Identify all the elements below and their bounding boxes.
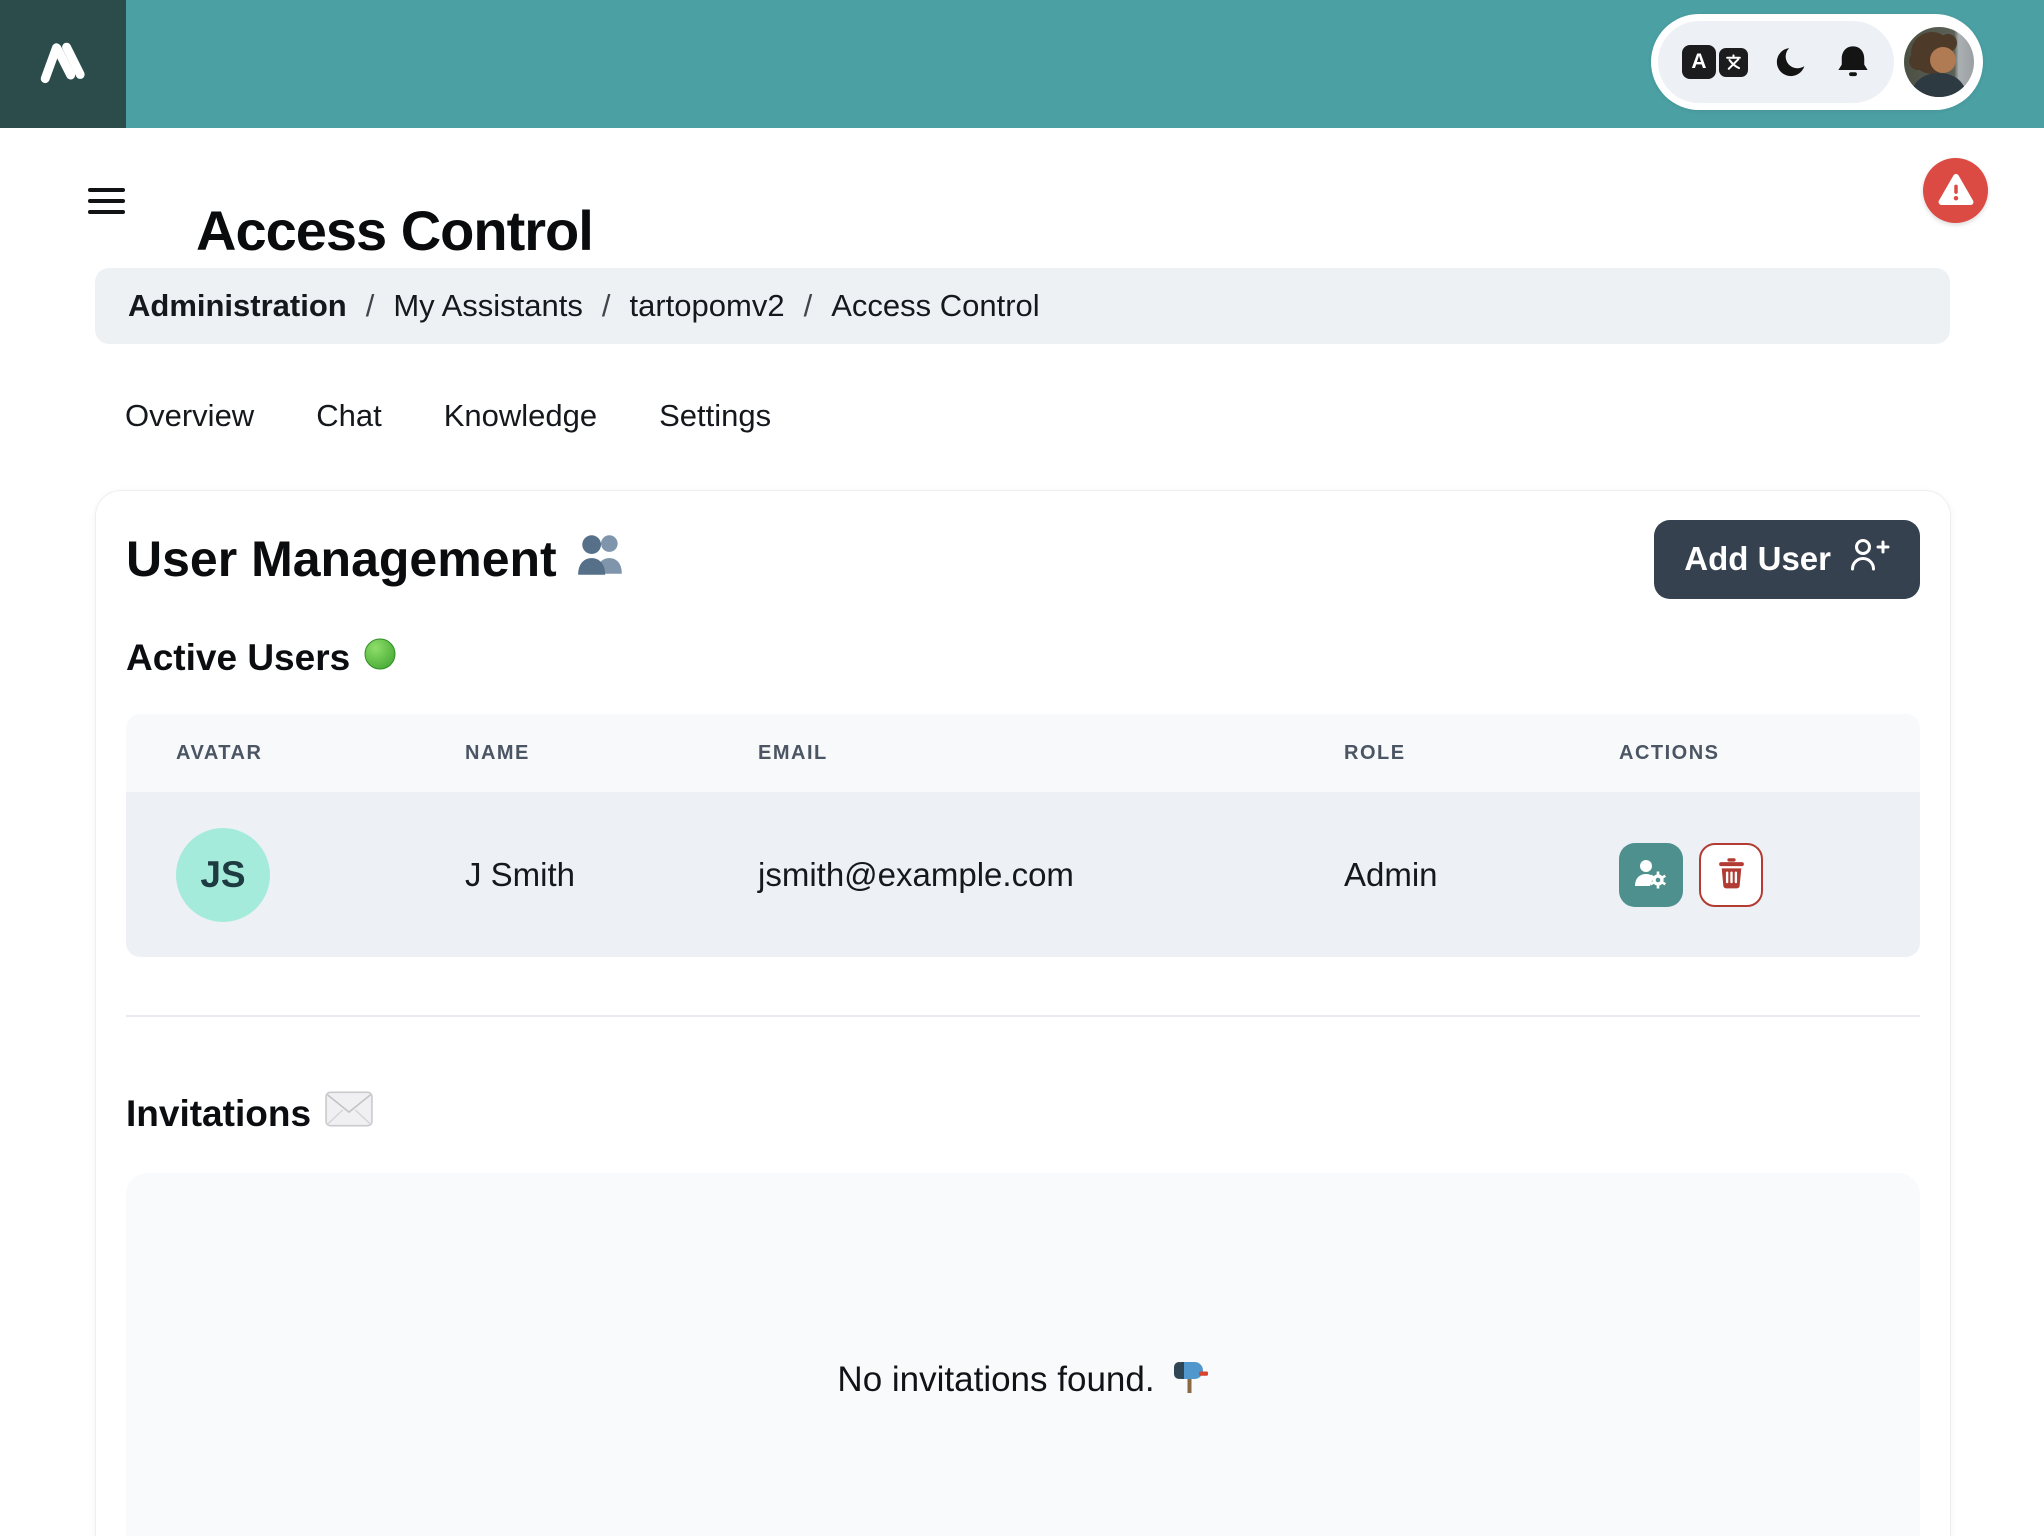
column-name: NAME bbox=[465, 741, 530, 764]
column-actions: ACTIONS bbox=[1619, 741, 1720, 764]
tab-overview[interactable]: Overview bbox=[125, 398, 254, 434]
user-management-card: User Management Add User Active Users AV… bbox=[95, 490, 1951, 1536]
translate-button[interactable]: A bbox=[1682, 45, 1748, 79]
invitations-empty-state: No invitations found. bbox=[126, 1173, 1920, 1536]
avatar-initials: JS bbox=[200, 853, 246, 895]
column-avatar: AVATAR bbox=[176, 741, 263, 764]
access-control-page: A Access Control Administration / My Ass… bbox=[0, 0, 2044, 1536]
breadcrumb-administration[interactable]: Administration bbox=[128, 288, 347, 324]
app-logo[interactable] bbox=[0, 0, 126, 128]
empty-state-message: No invitations found. bbox=[837, 1355, 1208, 1404]
column-role: ROLE bbox=[1344, 741, 1406, 764]
cell-email: jsmith@example.com bbox=[758, 855, 1074, 893]
menu-button[interactable] bbox=[88, 188, 125, 214]
breadcrumb: Administration / My Assistants / tartopo… bbox=[95, 268, 1950, 344]
tab-knowledge[interactable]: Knowledge bbox=[444, 398, 597, 434]
translate-icon: A bbox=[1682, 45, 1748, 79]
tab-settings[interactable]: Settings bbox=[659, 398, 771, 434]
section-divider bbox=[126, 1015, 1920, 1017]
tab-chat[interactable]: Chat bbox=[316, 398, 381, 434]
app-logo-icon bbox=[24, 24, 102, 105]
user-management-title-text: User Management bbox=[126, 531, 557, 587]
hamburger-icon bbox=[88, 188, 125, 192]
bell-icon bbox=[1836, 43, 1870, 82]
cell-role: Admin bbox=[1344, 855, 1438, 893]
page-title: Access Control bbox=[196, 198, 594, 262]
user-management-title: User Management bbox=[126, 530, 627, 588]
add-user-label: Add User bbox=[1684, 540, 1831, 577]
row-avatar: JS bbox=[176, 827, 270, 922]
breadcrumb-separator: / bbox=[601, 288, 611, 323]
column-email: EMAIL bbox=[758, 741, 828, 764]
closed-mailbox-emoji bbox=[1169, 1355, 1209, 1404]
trash-icon bbox=[1716, 856, 1747, 893]
row-actions bbox=[1619, 842, 1920, 907]
translate-letter: A bbox=[1682, 45, 1716, 79]
translate-cjk-glyph bbox=[1719, 47, 1748, 77]
table-row: JS J Smith jsmith@example.com Admin bbox=[126, 792, 1920, 957]
delete-user-button[interactable] bbox=[1699, 842, 1763, 907]
breadcrumb-separator: / bbox=[365, 288, 375, 323]
breadcrumb-assistant[interactable]: tartopomv2 bbox=[629, 288, 784, 324]
active-users-title: Active Users bbox=[126, 637, 1920, 679]
breadcrumb-access-control[interactable]: Access Control bbox=[831, 288, 1039, 324]
envelope-emoji bbox=[325, 1091, 373, 1136]
dark-mode-button[interactable] bbox=[1774, 43, 1810, 82]
cell-name: J Smith bbox=[465, 855, 576, 893]
tab-bar: Overview Chat Knowledge Settings bbox=[125, 398, 771, 434]
busts-in-silhouette-emoji bbox=[575, 530, 627, 588]
manage-user-button[interactable] bbox=[1619, 842, 1683, 907]
breadcrumb-my-assistants[interactable]: My Assistants bbox=[393, 288, 583, 324]
moon-icon bbox=[1774, 43, 1810, 82]
add-user-button[interactable]: Add User bbox=[1654, 519, 1920, 599]
person-plus-icon bbox=[1848, 536, 1890, 582]
breadcrumb-separator: / bbox=[803, 288, 813, 323]
card-header: User Management Add User bbox=[126, 519, 1920, 599]
warning-triangle-icon bbox=[1938, 172, 1974, 210]
active-users-title-text: Active Users bbox=[126, 637, 351, 678]
invitations-title: Invitations bbox=[126, 1091, 1920, 1136]
invitations-title-text: Invitations bbox=[126, 1092, 312, 1134]
user-gear-icon bbox=[1633, 857, 1669, 893]
header-toolbar: A bbox=[1651, 14, 1983, 110]
empty-state-text: No invitations found. bbox=[837, 1359, 1155, 1399]
active-users-table: AVATAR NAME EMAIL ROLE ACTIONS JS J Smit… bbox=[126, 714, 1920, 957]
header-icon-group: A bbox=[1658, 21, 1894, 103]
alert-badge[interactable] bbox=[1923, 158, 1988, 223]
green-circle-emoji bbox=[364, 637, 396, 679]
user-avatar[interactable] bbox=[1904, 27, 1974, 97]
table-header-row: AVATAR NAME EMAIL ROLE ACTIONS bbox=[126, 714, 1920, 792]
notifications-button[interactable] bbox=[1836, 43, 1870, 82]
app-header: A bbox=[0, 0, 2044, 128]
